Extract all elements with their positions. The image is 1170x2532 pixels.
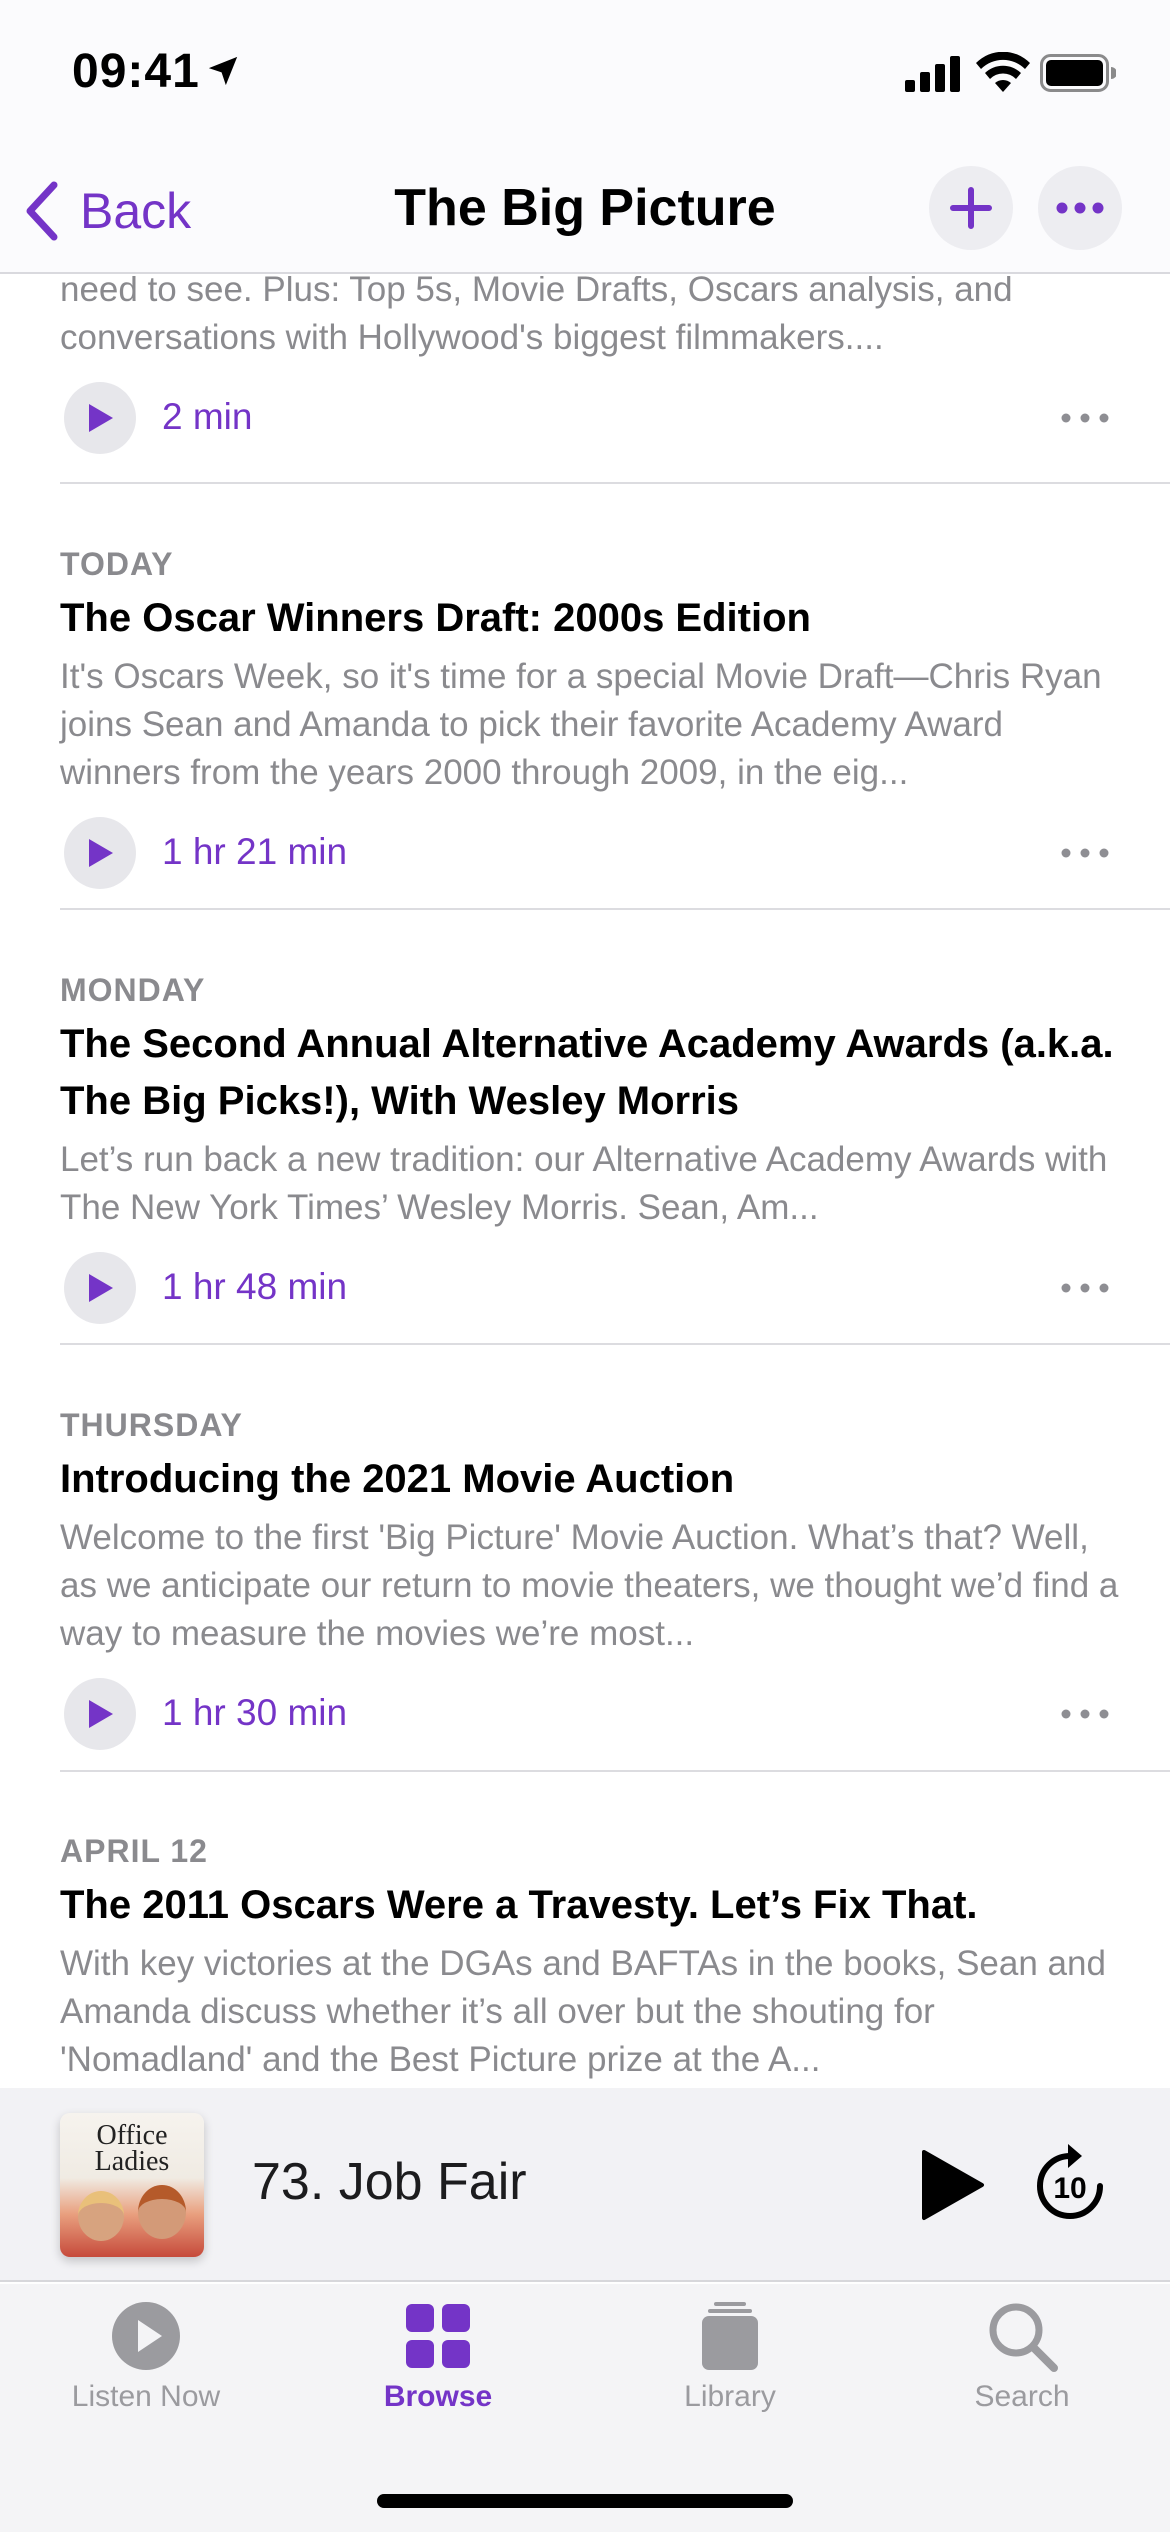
play-icon bbox=[89, 839, 113, 867]
artwork-host-left bbox=[78, 2191, 124, 2241]
tab-label: Browse bbox=[383, 2380, 493, 2413]
status-bar: 09:41 bbox=[0, 0, 1170, 150]
more-options-button[interactable] bbox=[1038, 166, 1122, 250]
artwork-title: Office Ladies bbox=[94, 2120, 170, 2177]
divider bbox=[60, 908, 1170, 910]
episode-description: need to see. Plus: Top 5s, Movie Drafts,… bbox=[60, 276, 1013, 357]
home-indicator[interactable] bbox=[377, 2494, 793, 2508]
episode-title: The Oscar Winners Draft: 2000s Edition bbox=[60, 596, 811, 640]
episode-more-icon[interactable] bbox=[1060, 843, 1110, 863]
status-time: 09:41 bbox=[72, 45, 200, 98]
episode-title: Introducing the 2021 Movie Auction bbox=[60, 1457, 735, 1501]
episode-item[interactable]: TODAY The Oscar Winners Draft: 2000s Edi… bbox=[60, 546, 1170, 899]
episode-more-icon[interactable] bbox=[1060, 1704, 1110, 1724]
episode-date: MONDAY bbox=[60, 972, 206, 1008]
episode-date: APRIL 12 bbox=[60, 1833, 208, 1869]
episode-item[interactable]: need to see. Plus: Top 5s, Movie Drafts,… bbox=[60, 276, 1170, 464]
play-button[interactable] bbox=[916, 2148, 986, 2222]
mini-player[interactable]: Office Ladies 73. Job Fair 10 bbox=[0, 2088, 1170, 2282]
episode-play-button[interactable] bbox=[64, 1678, 136, 1750]
divider bbox=[60, 1770, 1170, 1772]
plus-icon bbox=[950, 187, 992, 229]
episode-duration: 1 hr 30 min bbox=[162, 1692, 348, 1733]
location-arrow-icon bbox=[208, 56, 238, 86]
episode-title: The Second Annual Alternative Academy Aw… bbox=[60, 1022, 1114, 1123]
episode-play-button[interactable] bbox=[64, 1252, 136, 1324]
episode-item[interactable]: MONDAY The Second Annual Alternative Aca… bbox=[60, 972, 1170, 1334]
episode-title: The 2011 Oscars Were a Travesty. Let’s F… bbox=[60, 1883, 978, 1927]
episode-description: Let’s run back a new tradition: our Alte… bbox=[60, 1140, 1108, 1227]
skip-seconds-label: 10 bbox=[1053, 2172, 1086, 2205]
skip-forward-icon[interactable]: 10 bbox=[1032, 2142, 1108, 2224]
cellular-signal-icon bbox=[905, 56, 960, 92]
divider bbox=[60, 482, 1170, 484]
episode-play-button[interactable] bbox=[64, 382, 136, 454]
artwork-host-right bbox=[138, 2185, 186, 2239]
episode-duration: 2 min bbox=[162, 396, 253, 437]
episode-play-button[interactable] bbox=[64, 817, 136, 889]
wifi-icon bbox=[976, 52, 1030, 92]
subscribe-button[interactable] bbox=[929, 166, 1013, 250]
episode-description: It's Oscars Week, so it's time for a spe… bbox=[60, 657, 1102, 792]
battery-icon bbox=[1040, 54, 1116, 92]
episode-more-icon[interactable] bbox=[1060, 1278, 1110, 1298]
episode-description: Welcome to the first 'Big Picture' Movie… bbox=[60, 1518, 1119, 1653]
tab-label: Listen Now bbox=[71, 2380, 221, 2413]
library-stack-icon bbox=[702, 2302, 758, 2370]
tab-search[interactable]: Search bbox=[876, 2298, 1168, 2414]
navigation-bar: Back The Big Picture bbox=[0, 150, 1170, 274]
episode-date: TODAY bbox=[60, 546, 174, 582]
episode-more-icon[interactable] bbox=[1060, 408, 1110, 428]
episode-item[interactable]: APRIL 12 The 2011 Oscars Were a Travesty… bbox=[60, 1833, 1170, 2084]
episode-duration: 1 hr 21 min bbox=[162, 831, 348, 872]
episode-item[interactable]: THURSDAY Introducing the 2021 Movie Auct… bbox=[60, 1407, 1170, 1760]
tab-library[interactable]: Library bbox=[584, 2298, 876, 2414]
play-icon bbox=[89, 404, 113, 432]
now-playing-title: 73. Job Fair bbox=[252, 2153, 527, 2211]
search-icon bbox=[989, 2303, 1058, 2372]
divider bbox=[60, 1343, 1170, 1345]
episode-duration: 1 hr 48 min bbox=[162, 1266, 348, 1307]
episode-description: With key victories at the DGAs and BAFTA… bbox=[60, 1944, 1106, 2079]
play-circle-icon bbox=[112, 2302, 180, 2370]
podcast-artwork: Office Ladies bbox=[60, 2113, 204, 2257]
tab-browse[interactable]: Browse bbox=[292, 2298, 584, 2414]
tab-label: Library bbox=[684, 2380, 776, 2413]
grid-icon bbox=[406, 2304, 470, 2368]
tab-label: Search bbox=[974, 2380, 1070, 2413]
episode-date: THURSDAY bbox=[60, 1407, 243, 1443]
ellipsis-icon bbox=[1056, 202, 1104, 214]
episode-list[interactable]: need to see. Plus: Top 5s, Movie Drafts,… bbox=[0, 276, 1170, 2088]
tab-listen-now[interactable]: Listen Now bbox=[0, 2298, 292, 2414]
play-icon bbox=[89, 1274, 113, 1302]
play-icon bbox=[89, 1700, 113, 1728]
